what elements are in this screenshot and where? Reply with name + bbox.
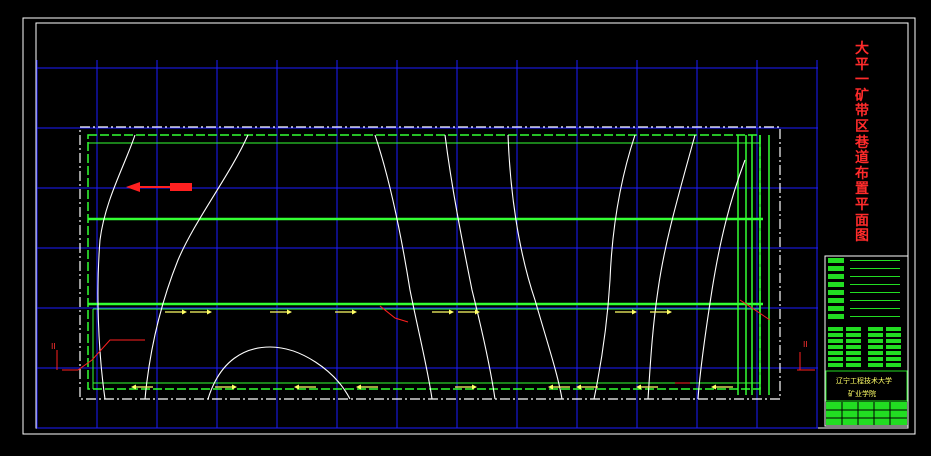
title-char: 道: [855, 150, 869, 167]
title-block-cell: [828, 351, 843, 355]
title-block-cell: [846, 351, 861, 355]
title-block-cell: [868, 339, 883, 343]
airflow-arrow: [190, 309, 212, 315]
contour-line: [507, 134, 563, 400]
airflow-arrow: [335, 309, 357, 315]
contour-lines: [97, 134, 746, 400]
contour-line: [444, 134, 496, 400]
legend-swatch: [828, 258, 844, 263]
title-block-cell: [846, 345, 861, 349]
title-block-cell: [886, 351, 901, 355]
airflow-arrow: [432, 309, 454, 315]
title-block-cell: [828, 327, 843, 331]
contour-line: [374, 134, 433, 400]
airflow-arrow: [615, 309, 637, 315]
section-mark-right: II: [803, 340, 808, 349]
title-block-cell: [868, 333, 883, 337]
title-block-cell: [868, 327, 883, 331]
legend-swatch: [828, 298, 844, 303]
title-char: 面: [855, 212, 869, 229]
title-char: 巷: [855, 134, 869, 151]
legend-swatch: [828, 290, 844, 295]
title-char: 区: [855, 119, 869, 135]
contour-line-dome: [207, 346, 351, 400]
roadways: [87, 134, 770, 395]
legend-swatch: [828, 274, 844, 279]
title-char: 平: [855, 56, 869, 73]
title-block-cell: [886, 357, 901, 361]
legend-swatch: [828, 314, 844, 319]
title-block-cell: [886, 327, 901, 331]
title-block-cell: [828, 339, 843, 343]
title-block-cell: [886, 345, 901, 349]
ventilation-arrows: [131, 309, 733, 390]
legend-swatch: [828, 306, 844, 311]
title-block-cell: [886, 333, 901, 337]
title-block-cell: [868, 357, 883, 361]
title-block-cell: [846, 357, 861, 361]
title-block-cell: [886, 363, 901, 367]
title-char: 矿: [855, 87, 869, 104]
title-block-cell: [846, 327, 861, 331]
title-block-cell: [846, 333, 861, 337]
mine-layout-drawing: II II: [22, 17, 916, 435]
title-char: 大: [855, 41, 869, 57]
title-block-cell: [868, 363, 883, 367]
roadway-outer-loop: [87, 134, 761, 390]
contour-line: [593, 134, 636, 400]
title-block-bottom-fill: [826, 402, 907, 425]
title-block-cell: [868, 351, 883, 355]
legend-swatch: [828, 282, 844, 287]
section-mark-left: II: [51, 342, 56, 351]
airflow-arrow: [270, 309, 292, 315]
title-block: [824, 255, 909, 427]
airflow-arrow: [165, 309, 187, 315]
contour-line: [647, 134, 696, 400]
title-char: 图: [855, 228, 869, 245]
title-block-cell: [846, 363, 861, 367]
title-char: 带: [855, 103, 869, 120]
title-char: 布: [855, 165, 869, 182]
title-char: 平: [855, 197, 869, 213]
title-char: 置: [855, 181, 869, 198]
title-block-cell: [886, 339, 901, 343]
title-block-cell: [868, 345, 883, 349]
mining-area-boundary: [79, 126, 781, 400]
inner-frame: [35, 22, 909, 429]
title-block-cell: [828, 333, 843, 337]
north-arrow: [126, 182, 192, 192]
title-block-rows: [828, 258, 901, 367]
contour-line: [97, 134, 136, 400]
title-block-school: 辽宁工程技术大学: [836, 377, 892, 385]
title-block-cell: [828, 363, 843, 367]
airflow-arrow: [650, 309, 672, 315]
cad-drawing-canvas: II II 大平一矿带区巷道布置平面图 辽宁工程技术大学 矿业学院: [0, 0, 931, 452]
legend-swatch: [828, 266, 844, 271]
title-block-cell: [828, 357, 843, 361]
title-block-cell: [846, 339, 861, 343]
title-char: 一: [855, 72, 869, 89]
title-block-cell: [828, 345, 843, 349]
title-block-department: 矿业学院: [848, 390, 876, 398]
leader-line: [62, 339, 145, 371]
